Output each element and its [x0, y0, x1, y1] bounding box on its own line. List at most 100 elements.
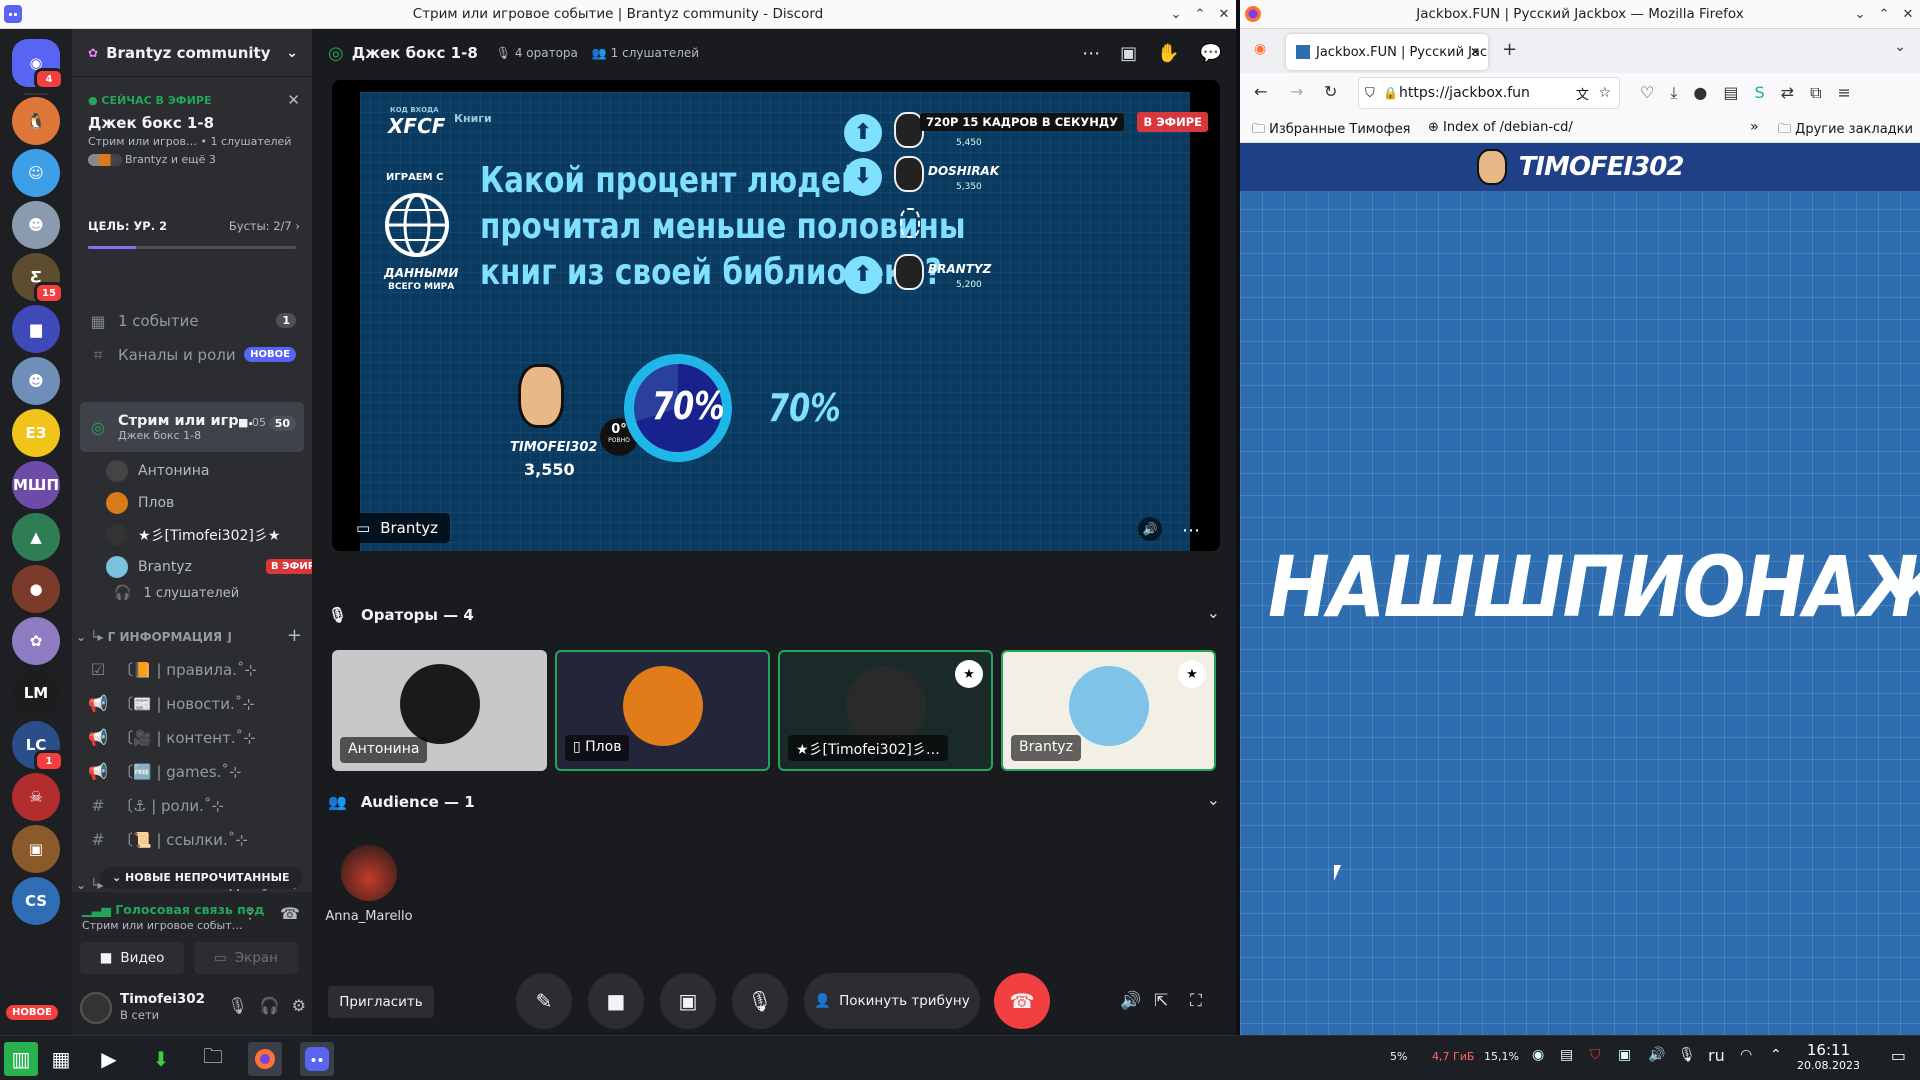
text-channel[interactable]: 📢 〔🎥 | контент.˚⊹ — [80, 721, 304, 753]
microphone-icon[interactable]: 🎙 — [1678, 1047, 1696, 1063]
speaker-tile[interactable]: ▯ Плов — [555, 650, 770, 771]
minimize-icon[interactable]: ⌄ — [1848, 0, 1872, 29]
more-icon[interactable]: ⋯ — [1082, 43, 1100, 64]
chevron-right-icon[interactable]: » — [1750, 119, 1759, 135]
boost-goal-label[interactable]: ЦЕЛЬ: УР. 2 — [88, 219, 167, 233]
gear-icon[interactable]: ⚙ — [292, 996, 306, 1015]
other-bookmarks[interactable]: 🗀 Другие закладки — [1778, 120, 1913, 142]
server-icon-server-7[interactable]: ☻ — [12, 357, 60, 405]
speaker-tile[interactable]: Антонина — [332, 650, 547, 771]
server-icon-server-14[interactable]: LC 1 — [12, 721, 64, 772]
firefox-task-icon[interactable] — [248, 1042, 282, 1076]
extension-d-icon[interactable]: ⇄ — [1781, 83, 1794, 103]
camera-button[interactable]: ■ — [588, 973, 644, 1029]
minimize-icon[interactable]: ⌄ — [1164, 0, 1188, 29]
tab-list-icon[interactable]: ⌄ — [1894, 39, 1906, 55]
volume-icon[interactable]: 🔊 — [1648, 1047, 1665, 1063]
shield-icon[interactable]: ⛉ — [1590, 1047, 1601, 1063]
speaker-tile[interactable]: ★ Brantyz — [1001, 650, 1216, 771]
add-channel-icon[interactable]: + — [287, 625, 302, 646]
avatar[interactable] — [80, 992, 112, 1024]
server-icon-server-4[interactable]: ☻ — [12, 201, 60, 249]
close-tab-icon[interactable]: ✕ — [1470, 45, 1480, 59]
reload-icon[interactable]: ↻ — [1324, 82, 1337, 101]
video-button[interactable]: ■ Видео — [80, 942, 184, 974]
wifi-icon[interactable]: ◠ — [1740, 1047, 1752, 1063]
server-icon-server-2[interactable]: 🐧 — [12, 97, 60, 145]
listeners-row[interactable]: 🎧 1 слушателей — [114, 579, 239, 607]
forward-icon[interactable]: → — [1290, 82, 1303, 101]
server-icon-server-13[interactable]: LM — [12, 669, 60, 717]
network-monitor-icon[interactable]: ▤ — [1560, 1047, 1573, 1063]
desktop-switcher-icon[interactable]: ▦ — [44, 1042, 78, 1076]
server-header[interactable]: ✿ Brantyz community ⌄ — [72, 29, 312, 77]
lock-icon[interactable]: 🔒 — [1383, 86, 1398, 100]
clock[interactable]: 16:11 20.08.2023 — [1797, 1041, 1860, 1072]
downloader-icon[interactable]: ⬇ — [144, 1042, 178, 1076]
memory-usage[interactable]: 4,7 ГиБ — [1432, 1050, 1474, 1063]
keyboard-layout[interactable]: ru — [1708, 1046, 1725, 1065]
app-menu-icon[interactable]: ▥ — [4, 1042, 38, 1076]
noise-icon[interactable]: ⫶ — [248, 906, 252, 924]
text-channel[interactable]: # 〔⚓ | роли.˚⊹ — [80, 789, 304, 821]
server-icon-server-12[interactable]: ✿ — [12, 617, 60, 665]
user-name[interactable]: Timofei302 — [120, 991, 205, 1007]
event-title[interactable]: Джек бокс 1-8 — [88, 114, 214, 132]
category-info[interactable]: ⌄ └▸ Г ИНФОРМАЦИЯ ⌋ — [76, 630, 232, 644]
terminal-icon[interactable]: ▶ — [92, 1042, 126, 1076]
speaker-tile[interactable]: ★ ★彡[Timofei302]彡… — [778, 650, 993, 771]
pocket-icon[interactable]: ♡ — [1640, 83, 1654, 103]
boosts-count[interactable]: Бусты: 2/7 › — [229, 219, 300, 233]
server-icon-server-11[interactable]: ● — [12, 565, 60, 613]
microphone-button[interactable]: 🎙 — [732, 973, 788, 1029]
stage-channel-item[interactable]: ◎ Стрим или игр… Джек бокс 1-8 ■ 05 50 — [80, 402, 304, 452]
disk-usage[interactable]: 15,1% — [1484, 1050, 1519, 1063]
disconnect-button[interactable]: ☎ — [994, 973, 1050, 1029]
disconnect-icon[interactable]: ☎ — [280, 904, 300, 923]
server-icon-folder[interactable]: ▆ — [12, 305, 60, 353]
audience-member[interactable]: Anna_Marello — [325, 845, 413, 924]
shield-icon[interactable]: ⛉ — [1365, 86, 1375, 101]
discord-tray-icon[interactable]: ◉ — [1532, 1047, 1544, 1063]
more-icon[interactable]: ⋯ — [1182, 520, 1200, 541]
invite-button[interactable]: Пригласить — [328, 986, 434, 1018]
mute-stage-button[interactable]: ✎ — [516, 973, 572, 1029]
server-icon-server-17[interactable]: CS — [12, 877, 60, 925]
screen-button[interactable]: ▭ Экран — [194, 942, 298, 974]
cpu-usage[interactable]: 5% — [1390, 1050, 1407, 1063]
server-icon-server-15[interactable]: ☠ — [12, 773, 60, 821]
events-row[interactable]: ▦ 1 событие 1 — [80, 305, 304, 337]
url-bar[interactable]: ⛉ 🔒 https://jackbox.fun 文 ☆ — [1358, 77, 1620, 109]
discord-task-icon[interactable] — [300, 1042, 334, 1076]
stage-user[interactable]: Brantyz В ЭФИРЕ — [106, 553, 327, 581]
voice-channel-sub[interactable]: Стрим или игровое событ… — [82, 919, 243, 932]
close-icon[interactable]: ✕ — [287, 91, 300, 109]
menu-icon[interactable]: ≡ — [1838, 83, 1851, 103]
extension-a-icon[interactable]: ● — [1693, 83, 1707, 103]
extension-c-icon[interactable]: S — [1755, 83, 1765, 103]
clipboard-icon[interactable]: ▣ — [1618, 1047, 1631, 1063]
file-manager-icon[interactable]: 🗀 — [196, 1042, 230, 1076]
server-icon-home[interactable]: ◉ 4 — [12, 39, 64, 90]
voice-connected-label[interactable]: ▁▃▅ Голосовая связь под — [82, 902, 264, 917]
text-channel[interactable]: # 〔📜 | ссылки.˚⊹ — [80, 823, 304, 855]
download-icon[interactable]: ⤓ — [1670, 83, 1677, 103]
new-servers-badge[interactable]: НОВОЕ — [6, 1005, 58, 1020]
maximize-icon[interactable]: ⌃ — [1872, 0, 1896, 29]
extensions-icon[interactable]: ⧉ — [1810, 83, 1821, 103]
translate-icon[interactable]: 文 — [1576, 84, 1589, 103]
stream-view[interactable]: КОД ВХОДА XFCF Книги ИГРАЕМ С ДАННЫМИ ВС… — [332, 80, 1220, 551]
chevron-down-icon[interactable]: ⌄ — [1207, 603, 1220, 622]
server-icon-server-9[interactable]: МШП — [12, 461, 60, 509]
speakers-header[interactable]: 🎙 Ораторы — 4 — [328, 603, 474, 627]
bookmark-link[interactable]: ⊕ Index of /debian-cd/ — [1428, 120, 1573, 135]
close-icon[interactable]: ✕ — [1896, 0, 1920, 29]
volume-icon[interactable]: 🔊 — [1120, 991, 1141, 1011]
firefox-view-icon[interactable]: ◉ — [1254, 41, 1266, 57]
server-icon-server-10[interactable]: ▲ — [12, 513, 60, 561]
headphones-icon[interactable]: 🎧 — [260, 996, 280, 1015]
chat-icon[interactable]: 💬 — [1200, 43, 1222, 64]
bookmark-folder[interactable]: 🗀 Избранные Тимофея — [1252, 120, 1411, 142]
popout-icon[interactable]: ⇱ — [1154, 991, 1168, 1011]
server-icon-server-3[interactable]: ☺ — [12, 149, 60, 197]
